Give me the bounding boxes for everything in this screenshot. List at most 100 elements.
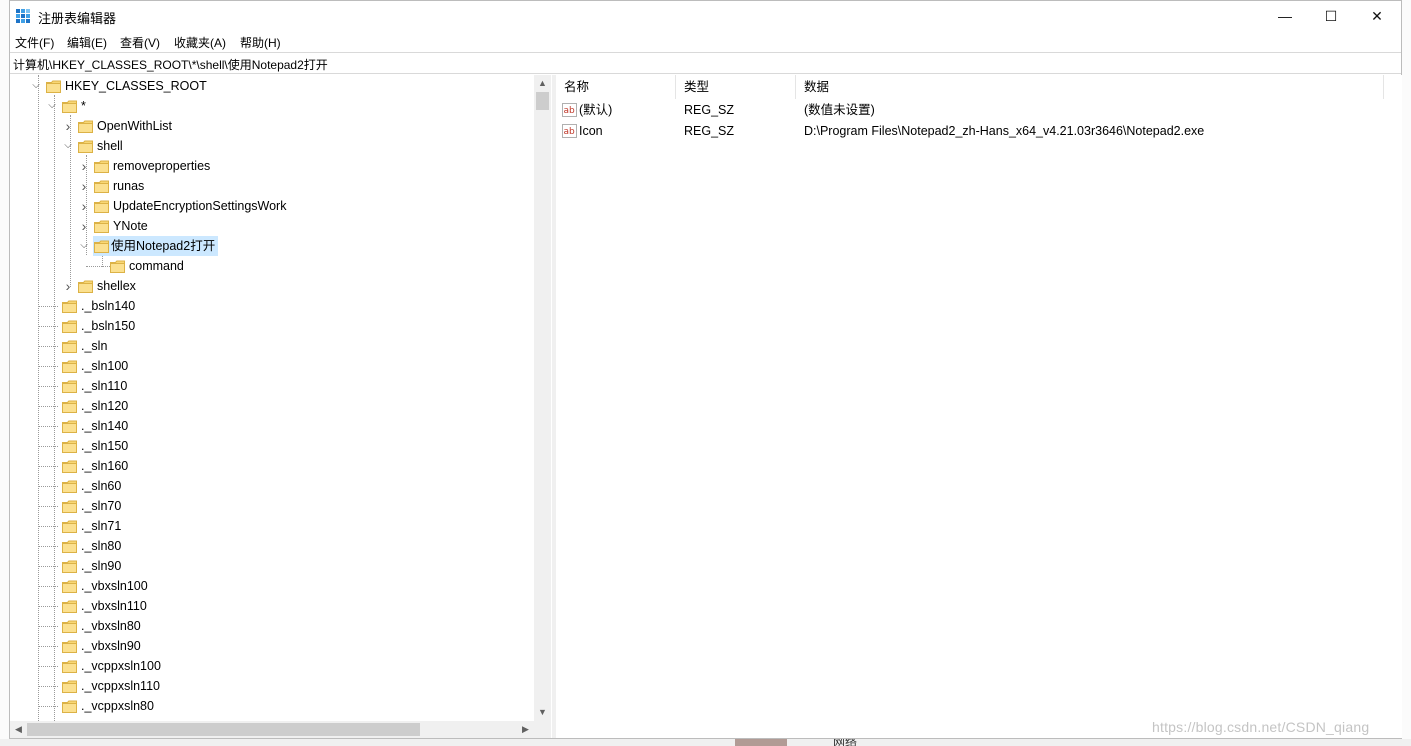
tree-connector — [38, 606, 58, 607]
tree-node-label: ._sln150 — [81, 439, 129, 453]
tree-connector — [38, 686, 58, 687]
values-list-pane[interactable]: 名称 类型 数据 ab (默认) REG_SZ (数值未设置) ab Icon … — [556, 75, 1402, 738]
folder-icon — [62, 319, 77, 333]
folder-icon — [62, 539, 77, 553]
tree-node-label: command — [129, 259, 184, 273]
maximize-icon: ☐ — [1324, 8, 1338, 24]
minimize-icon: — — [1278, 8, 1292, 24]
folder-icon — [62, 379, 77, 393]
expand-chevron-icon[interactable]: › — [78, 156, 90, 176]
folder-icon — [78, 279, 93, 293]
menu-bar: 文件(F) 编辑(E) 查看(V) 收藏夹(A) 帮助(H) — [10, 31, 1401, 52]
tree-node-label: ._vbxsln100 — [81, 579, 148, 593]
expand-chevron-icon[interactable]: › — [78, 176, 90, 196]
expand-chevron-icon[interactable]: › — [62, 276, 74, 296]
tree-node-label: ._sln120 — [81, 399, 129, 413]
tree-node-label: ._vbxsln110 — [81, 599, 147, 613]
tree-node-label: removeproperties — [113, 159, 211, 173]
folder-icon — [62, 399, 77, 413]
tree-vscroll-thumb[interactable] — [536, 92, 549, 110]
tree-connector — [38, 446, 58, 447]
menu-help[interactable]: 帮助(H) — [240, 34, 281, 51]
value-name: (默认) — [579, 103, 613, 117]
folder-icon — [62, 639, 77, 653]
tree-node-label: OpenWithList — [97, 119, 173, 133]
value-data: D:\Program Files\Notepad2_zh-Hans_x64_v4… — [804, 124, 1205, 138]
tree-connector — [38, 546, 58, 547]
expand-chevron-icon[interactable]: › — [78, 196, 90, 216]
collapse-chevron-icon[interactable]: ⌵ — [62, 136, 74, 156]
value-data: (数值未设置) — [804, 103, 875, 117]
menu-view[interactable]: 查看(V) — [120, 34, 160, 51]
collapse-chevron-icon[interactable]: ⌵ — [30, 76, 42, 96]
scroll-down-icon[interactable]: ▼ — [534, 704, 551, 721]
tree-node-label: ._vbxsln80 — [81, 619, 141, 633]
window-title: 注册表编辑器 — [38, 11, 117, 26]
tree-node-label: ._vcppxsln110 — [81, 679, 160, 693]
folder-icon — [94, 179, 109, 193]
folder-icon — [62, 559, 77, 573]
column-header-data[interactable]: 数据 — [796, 75, 1384, 99]
string-value-icon: ab — [562, 103, 577, 117]
menu-edit[interactable]: 编辑(E) — [67, 34, 107, 51]
tree-connector — [38, 366, 58, 367]
expand-chevron-icon[interactable]: › — [62, 116, 74, 136]
column-header-name[interactable]: 名称 — [556, 75, 676, 99]
tree-node-label: ._sln100 — [81, 359, 129, 373]
regedit-app-icon — [16, 9, 30, 23]
tree-connector — [38, 386, 58, 387]
expand-chevron-icon[interactable]: › — [78, 216, 90, 236]
tree-hscroll-thumb[interactable] — [27, 723, 420, 736]
folder-icon — [94, 219, 109, 233]
folder-icon — [62, 419, 77, 433]
collapse-chevron-icon[interactable]: ⌵ — [46, 96, 58, 116]
folder-icon — [62, 99, 77, 113]
tree-node-label: runas — [113, 179, 145, 193]
tree-node-label: ._vcppxsln100 — [81, 659, 161, 673]
collapse-chevron-icon[interactable]: ⌵ — [78, 236, 90, 256]
tree-node-label: ._vcppxsln80 — [81, 699, 154, 713]
folder-icon — [110, 259, 125, 273]
tree-node-label: ._sln140 — [81, 419, 129, 433]
tree-node-label: ._sln71 — [81, 519, 122, 533]
value-row-icon[interactable]: ab Icon REG_SZ D:\Program Files\Notepad2… — [556, 121, 1402, 142]
background-network-label: 网络 — [833, 739, 858, 746]
folder-icon — [94, 159, 109, 173]
folder-icon — [62, 339, 77, 353]
key-tree-pane[interactable]: ⌵ HKEY_CLASSES_ROOT ⌵ * › OpenWithList ⌵ shell ›… — [10, 75, 553, 738]
scroll-right-icon[interactable]: ▶ — [517, 721, 534, 738]
scroll-up-icon[interactable]: ▲ — [534, 75, 551, 92]
background-window-edge-right — [1402, 0, 1411, 746]
tree-node-label: ._sln60 — [81, 479, 122, 493]
tree-node-label: 使用Notepad2打开 — [93, 236, 219, 256]
close-button[interactable]: ✕ — [1354, 1, 1400, 31]
folder-icon — [62, 679, 77, 693]
address-path[interactable]: 计算机\HKEY_CLASSES_ROOT\*\shell\使用Notepad2… — [13, 56, 328, 73]
folder-icon — [62, 479, 77, 493]
background-taskbar: 网络 — [0, 739, 1411, 746]
tree-node-label: YNote — [113, 219, 148, 233]
folder-icon — [94, 239, 109, 253]
minimize-button[interactable]: — — [1262, 1, 1308, 31]
tree-connector — [38, 346, 58, 347]
tree-vertical-scrollbar[interactable]: ▲ ▼ — [534, 75, 551, 721]
folder-icon — [62, 439, 77, 453]
maximize-button[interactable]: ☐ — [1308, 1, 1354, 31]
folder-icon — [62, 659, 77, 673]
scroll-left-icon[interactable]: ◀ — [10, 721, 27, 738]
svg-text:ab: ab — [564, 127, 576, 137]
folder-icon — [62, 619, 77, 633]
tree-connector — [38, 586, 58, 587]
menu-favorites[interactable]: 收藏夹(A) — [174, 34, 226, 51]
title-bar[interactable]: 注册表编辑器 — ☐ ✕ — [10, 1, 1401, 31]
column-header-type[interactable]: 类型 — [676, 75, 796, 99]
tree-node-label: ._vbxsln90 — [81, 639, 141, 653]
menu-file[interactable]: 文件(F) — [15, 34, 54, 51]
tree-horizontal-scrollbar[interactable]: ◀ ▶ — [10, 721, 534, 738]
address-bar[interactable]: 计算机\HKEY_CLASSES_ROOT\*\shell\使用Notepad2… — [10, 52, 1401, 74]
string-value-icon: ab — [562, 124, 577, 138]
tree-node-label: ._sln110 — [81, 379, 128, 393]
tree-node-label: ._bsln140 — [81, 299, 136, 313]
value-row-default[interactable]: ab (默认) REG_SZ (数值未设置) — [556, 100, 1402, 121]
tree-connector — [38, 466, 58, 467]
